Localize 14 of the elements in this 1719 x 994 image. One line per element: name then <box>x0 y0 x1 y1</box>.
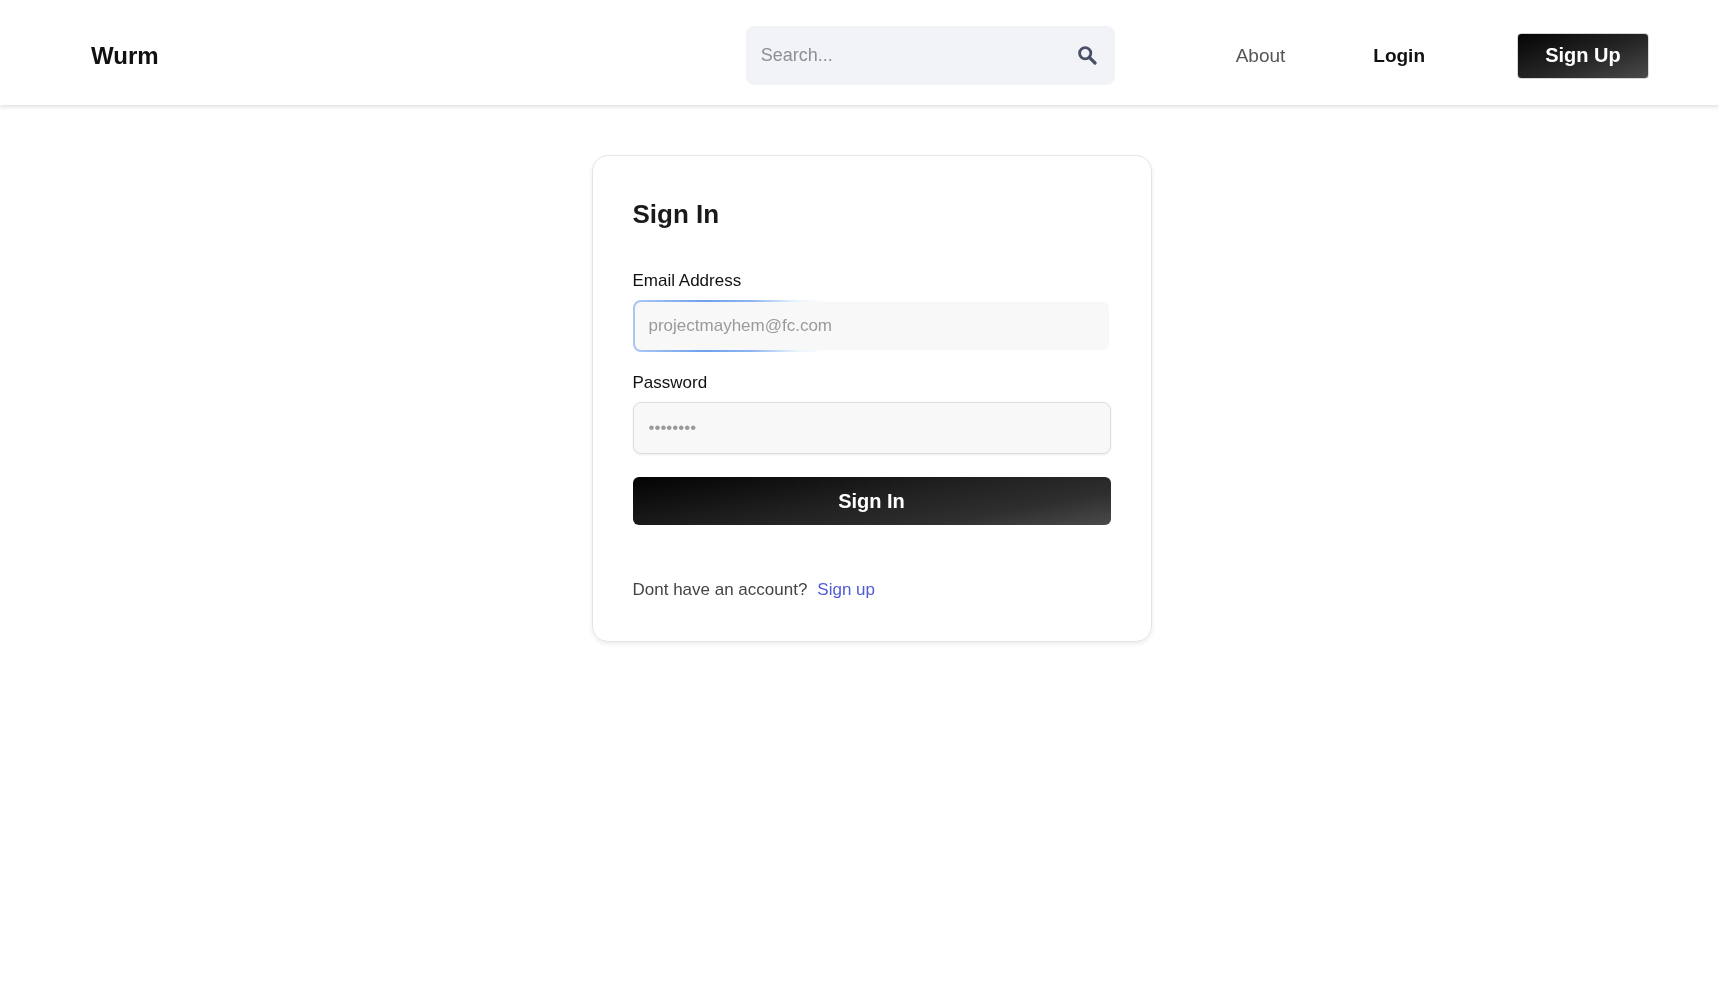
form-title: Sign In <box>632 199 720 230</box>
sign-in-button[interactable]: Sign In <box>632 477 1111 525</box>
sign-up-button[interactable]: Sign Up <box>1517 32 1649 79</box>
logo-text[interactable]: Wurm <box>91 41 159 70</box>
field-label: Password <box>632 373 708 393</box>
sign-up-link[interactable]: Sign up <box>817 579 876 601</box>
nav-link[interactable]: Login <box>1373 44 1425 67</box>
account-prompt-text: Dont have an account? <box>632 579 808 601</box>
input-field[interactable]: projectmayhem@fc.com <box>632 300 1111 352</box>
search-field[interactable]: Search... <box>745 26 1115 85</box>
search-icon[interactable] <box>1076 45 1097 65</box>
field-label: Email Address <box>632 271 742 291</box>
input-field[interactable]: •••••••• <box>632 402 1111 454</box>
nav-link[interactable]: About <box>1235 44 1286 67</box>
